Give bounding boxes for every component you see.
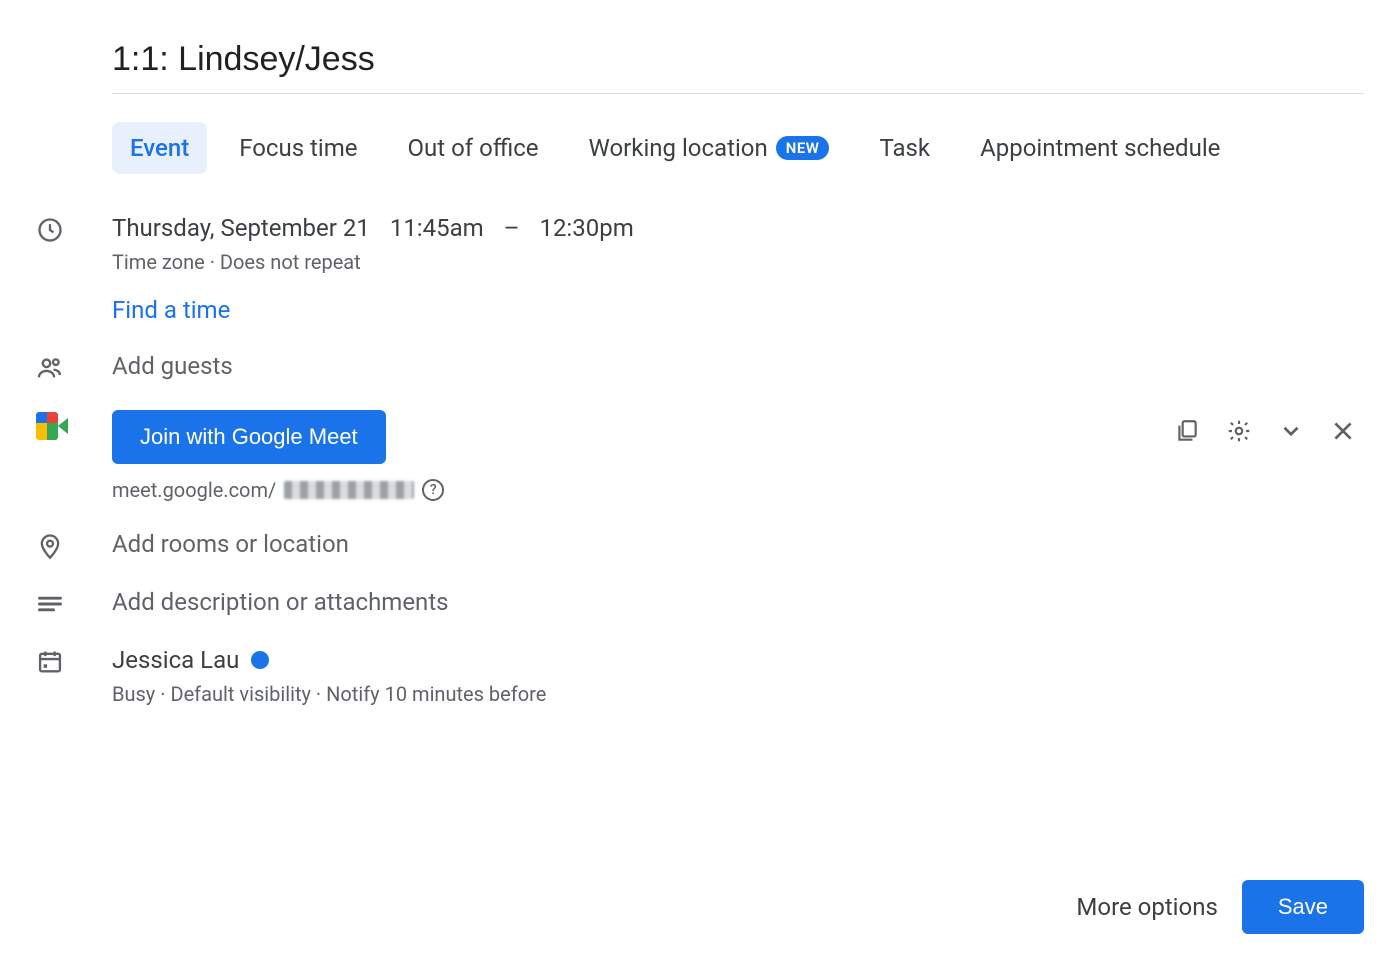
- new-badge: NEW: [776, 136, 830, 160]
- gear-icon[interactable]: [1226, 418, 1252, 444]
- tab-label: Out of office: [408, 134, 539, 162]
- meet-link-prefix: meet.google.com/: [112, 478, 276, 502]
- tab-label: Task: [879, 134, 930, 162]
- add-description-field[interactable]: Add description or attachments: [112, 588, 1364, 616]
- help-icon[interactable]: ?: [422, 479, 444, 501]
- save-button[interactable]: Save: [1242, 880, 1364, 934]
- timezone-link[interactable]: Time zone: [112, 250, 205, 274]
- separator: ·: [155, 682, 170, 706]
- google-meet-icon: [36, 410, 112, 440]
- close-icon[interactable]: [1330, 418, 1356, 444]
- location-pin-icon: [36, 530, 112, 560]
- tab-appointment-schedule[interactable]: Appointment schedule: [962, 122, 1238, 174]
- separator: ·: [205, 250, 220, 274]
- people-icon: [36, 352, 112, 382]
- calendar-owner-name: Jessica Lau: [112, 646, 239, 674]
- recurrence-link[interactable]: Does not repeat: [220, 250, 361, 274]
- visibility-status[interactable]: Default visibility: [170, 682, 311, 706]
- event-title-input[interactable]: [112, 32, 1364, 94]
- meet-link-code-redacted: [284, 481, 414, 499]
- calendar-owner[interactable]: Jessica Lau: [112, 646, 1364, 674]
- tab-event[interactable]: Event: [112, 122, 207, 174]
- busy-status[interactable]: Busy: [112, 682, 155, 706]
- tab-working-location[interactable]: Working location NEW: [571, 122, 848, 174]
- chevron-down-icon[interactable]: [1278, 418, 1304, 444]
- calendar-icon: [36, 646, 112, 676]
- tab-label: Focus time: [239, 134, 357, 162]
- tab-label: Appointment schedule: [980, 134, 1220, 162]
- tab-task[interactable]: Task: [861, 122, 948, 174]
- copy-icon[interactable]: [1174, 418, 1200, 444]
- description-icon: [36, 588, 112, 618]
- clock-icon: [36, 214, 112, 244]
- tab-label: Working location: [589, 134, 768, 162]
- separator: ·: [311, 682, 326, 706]
- event-date[interactable]: Thursday, September 21: [112, 214, 370, 242]
- tab-out-of-office[interactable]: Out of office: [390, 122, 557, 174]
- event-start-time[interactable]: 11:45am: [390, 214, 484, 242]
- more-options-button[interactable]: More options: [1076, 893, 1217, 921]
- event-end-time[interactable]: 12:30pm: [539, 214, 633, 242]
- add-guests-field[interactable]: Add guests: [112, 352, 1364, 380]
- find-a-time-link[interactable]: Find a time: [112, 296, 1364, 324]
- join-google-meet-button[interactable]: Join with Google Meet: [112, 410, 386, 464]
- notification-setting[interactable]: Notify 10 minutes before: [326, 682, 546, 706]
- time-dash: –: [504, 214, 520, 242]
- calendar-color-dot: [251, 651, 269, 669]
- tab-focus-time[interactable]: Focus time: [221, 122, 375, 174]
- event-type-tabs: Event Focus time Out of office Working l…: [112, 122, 1364, 174]
- tab-label: Event: [130, 134, 189, 162]
- add-location-field[interactable]: Add rooms or location: [112, 530, 1364, 558]
